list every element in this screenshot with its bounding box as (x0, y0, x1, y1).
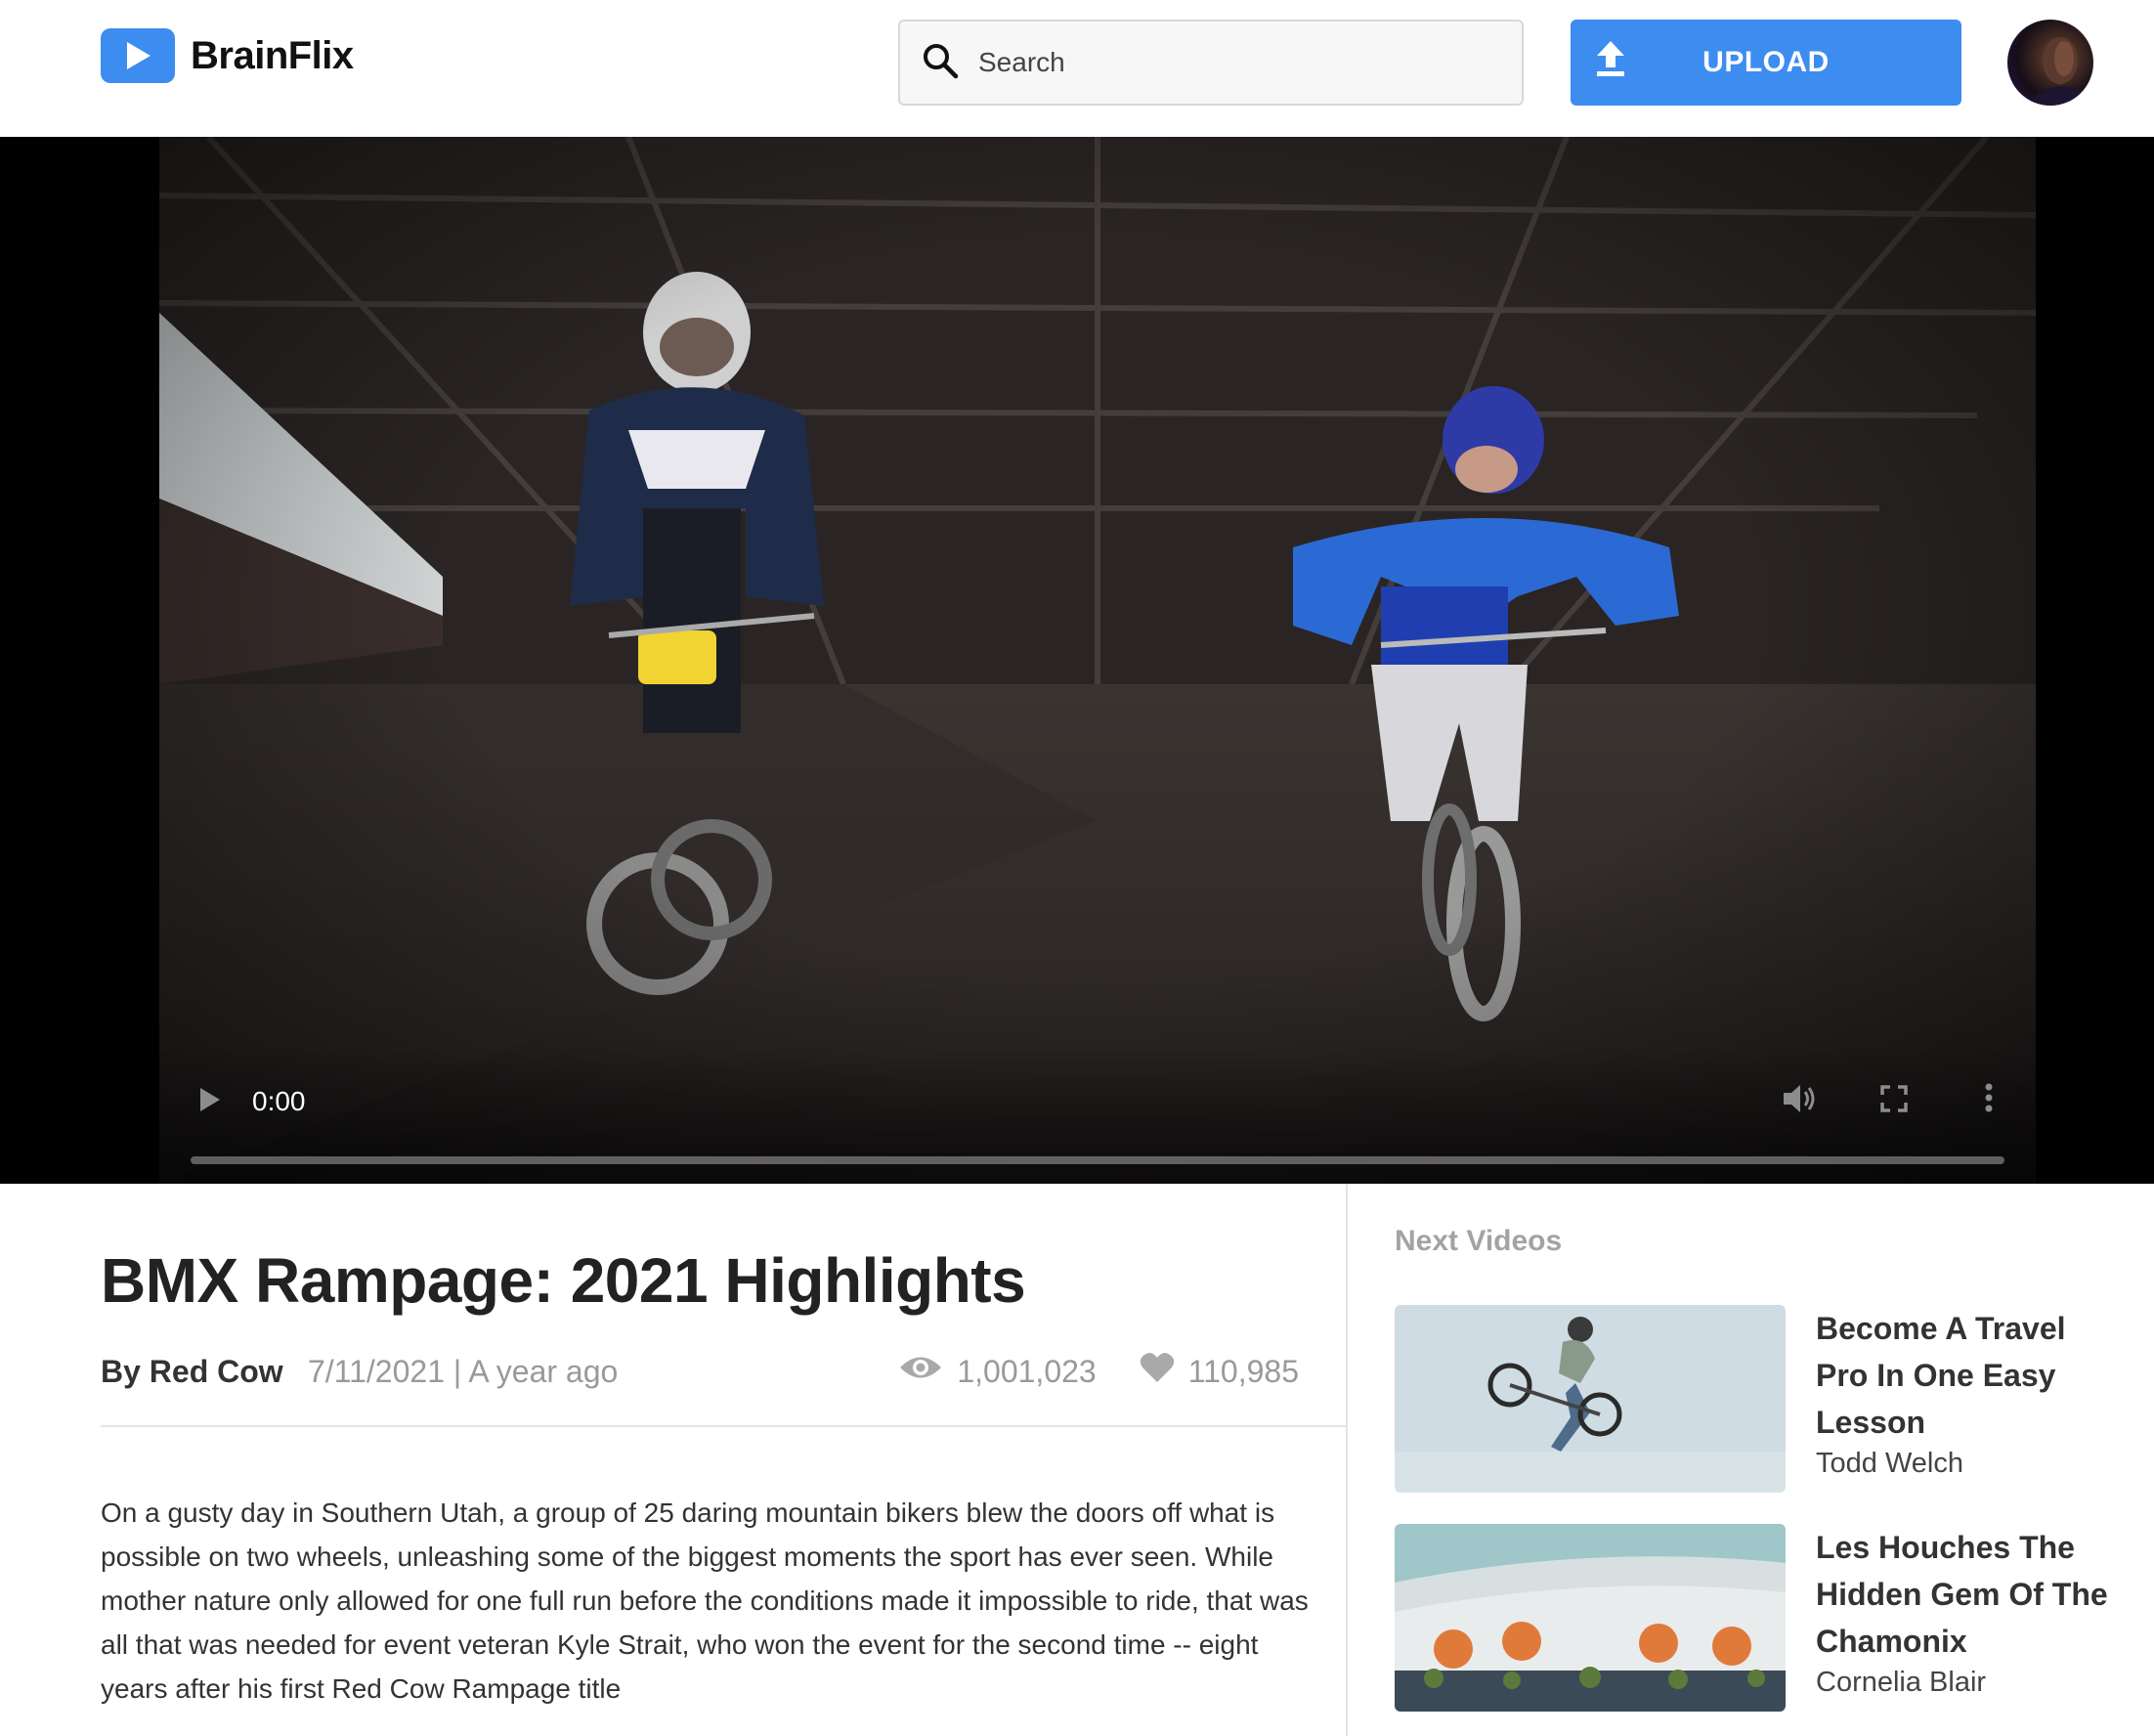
logo-text: BrainFlix (191, 33, 354, 77)
fullscreen-icon[interactable] (1880, 1085, 1908, 1117)
video-author: By Red Cow (101, 1354, 283, 1389)
next-videos-heading: Next Videos (1395, 1225, 1563, 1257)
next-video-title[interactable]: Become A Travel Pro In One Easy Lesson (1816, 1305, 2109, 1446)
site-header: BrainFlix UPLOAD (0, 0, 2154, 137)
upload-label: UPLOAD (1702, 46, 1830, 78)
search-icon (922, 42, 959, 84)
video-controls: 0:00 (159, 1047, 2036, 1184)
next-video-title[interactable]: Les Houches The Hidden Gem Of The Chamon… (1816, 1524, 2109, 1665)
meta-divider (101, 1425, 1346, 1427)
volume-icon[interactable] (1782, 1082, 1817, 1120)
likes-icon[interactable] (1140, 1352, 1175, 1391)
play-icon[interactable] (198, 1086, 222, 1118)
video-thumbnail[interactable] (1395, 1524, 1786, 1712)
video-date: 7/11/2021 | A year ago (308, 1354, 619, 1389)
current-time: 0:00 (252, 1086, 306, 1116)
views-count: 1,001,023 (957, 1353, 1097, 1389)
search-bar[interactable] (898, 20, 1524, 106)
more-options-icon[interactable] (1985, 1083, 1993, 1117)
next-video-author: Cornelia Blair (1816, 1667, 1987, 1698)
logo-play-icon (101, 28, 175, 83)
views-icon (898, 1353, 943, 1390)
brainflix-logo[interactable]: BrainFlix (101, 28, 354, 83)
video-thumbnail[interactable] (1395, 1305, 1786, 1493)
video-meta: By Red Cow 7/11/2021 | A year ago 1,001,… (101, 1352, 1299, 1403)
next-video-card[interactable]: Les Houches The Hidden Gem Of The Chamon… (1395, 1524, 2118, 1712)
likes-count: 110,985 (1187, 1353, 1299, 1389)
video-title: BMX Rampage: 2021 Highlights (101, 1245, 1026, 1316)
video-description: On a gusty day in Southern Utah, a group… (101, 1497, 1309, 1704)
next-video-author: Todd Welch (1816, 1448, 1963, 1479)
video-details: BMX Rampage: 2021 Highlights By Red Cow … (0, 1184, 1347, 1736)
user-avatar[interactable] (2007, 20, 2093, 106)
video-player: 0:00 (0, 137, 2154, 1184)
bmx-riders-image (159, 137, 2036, 1184)
next-videos-sidebar: Next Videos Become A Travel Pro In One E… (1348, 1184, 2154, 1736)
progress-bar[interactable] (191, 1156, 2004, 1164)
upload-button[interactable]: UPLOAD (1571, 20, 1961, 106)
video-stats: 1,001,023 110,985 (898, 1352, 1299, 1391)
search-input[interactable] (978, 47, 1486, 78)
video-poster-image[interactable]: 0:00 (159, 137, 2036, 1184)
next-video-card[interactable]: Become A Travel Pro In One Easy Lesson T… (1395, 1305, 2118, 1493)
